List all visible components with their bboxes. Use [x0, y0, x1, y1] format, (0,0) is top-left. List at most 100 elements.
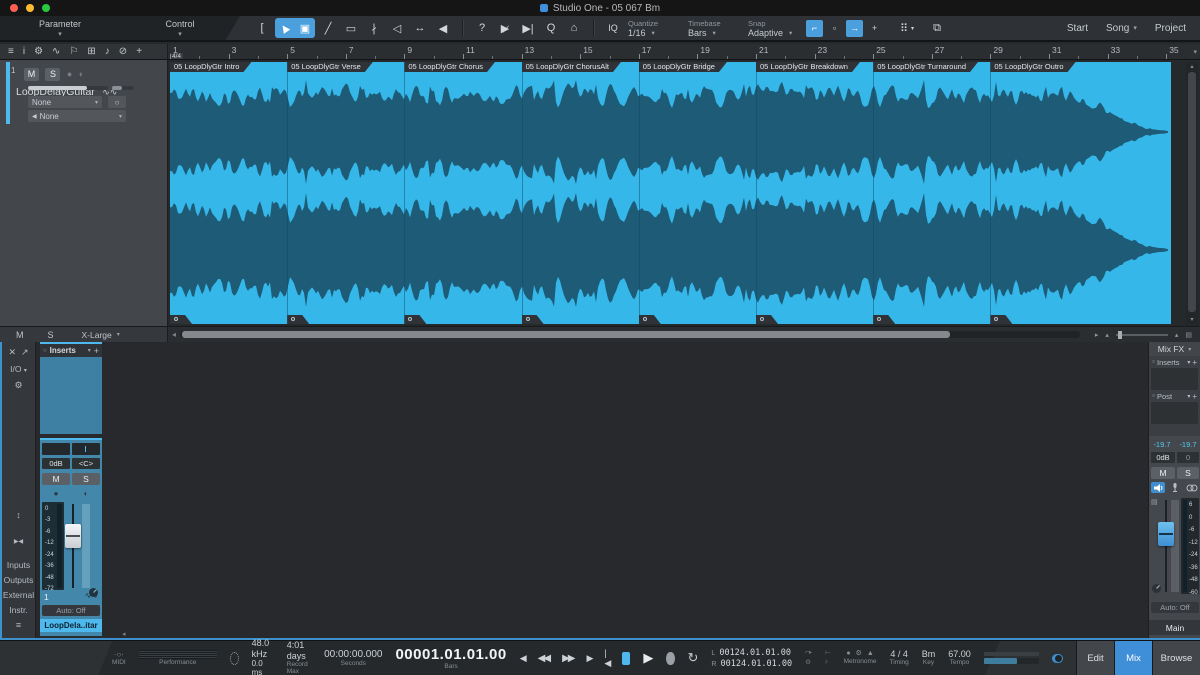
vertical-scrollbar[interactable]: ▴ ▾ — [1186, 62, 1198, 324]
cursor-follow-button[interactable]: ▫ — [826, 20, 843, 37]
autoplay-icon[interactable]: ▶| — [518, 18, 538, 38]
insert-bypass-button[interactable]: ○ — [108, 96, 126, 108]
stop-button[interactable] — [622, 652, 630, 665]
region-label-tab[interactable]: 05 LoopDlyGtr Breakdown — [756, 62, 860, 72]
main-post-list[interactable] — [1151, 402, 1198, 424]
scroll-up-icon[interactable]: ▴ — [1186, 63, 1198, 70]
channel-record-arm-icon[interactable]: ● — [42, 488, 70, 498]
punch-icons[interactable]: ⌐▸⚙ — [805, 650, 812, 666]
banks-list-icon[interactable]: ≡ — [2, 620, 35, 630]
range-tool-button[interactable]: ▣ — [295, 18, 315, 38]
main-gain-readout[interactable]: 0dB — [1151, 452, 1175, 463]
menu-icon[interactable]: ≡ — [8, 46, 14, 57]
zoom-preset-icon[interactable]: ▤ — [1185, 331, 1192, 339]
play-button[interactable]: ▶ — [643, 650, 653, 666]
vscroll-thumb[interactable] — [1188, 72, 1196, 312]
add-track-icon[interactable]: + — [136, 46, 142, 57]
region-label-tab[interactable]: 05 LoopDlyGtr Bridge — [639, 62, 727, 72]
ruler-options-icon[interactable]: ▾ — [1193, 48, 1197, 56]
scroll-left-icon[interactable]: ◂ — [172, 330, 176, 339]
dial-icon[interactable] — [1151, 583, 1162, 594]
quantize-select[interactable]: Quantize 1/16 ▾ — [628, 19, 678, 38]
zoom-in-icon[interactable]: ▴ — [1175, 331, 1179, 339]
cue-mix-select[interactable]: ◀ None ▾ — [28, 110, 126, 122]
monitor-icon[interactable]: ◐ — [79, 69, 84, 79]
region-loop-tab[interactable] — [404, 315, 426, 324]
gain-mini-slider[interactable] — [42, 443, 70, 455]
position-display[interactable]: 00001.01.01.00 Bars — [395, 646, 506, 671]
power-icon[interactable]: ○ — [43, 348, 47, 354]
io-select[interactable]: I/O ▾ — [2, 364, 35, 374]
channel-name-tab[interactable]: LoopDela..itar — [40, 619, 102, 632]
insert-select[interactable]: None ▾ — [28, 96, 102, 108]
wrench-icon[interactable]: ⚙ — [34, 46, 43, 57]
main-post-header[interactable]: ○ Post ▾ + — [1149, 390, 1200, 402]
peak-right[interactable]: -19.7 — [1179, 440, 1196, 449]
peak-left[interactable]: -19.7 — [1153, 440, 1170, 449]
hscroll-thumb[interactable] — [182, 331, 950, 338]
plugin-rack-icon[interactable]: ⧉ — [927, 18, 947, 38]
click-setup-icon[interactable]: ⚙ — [856, 650, 862, 658]
track-mute-button[interactable]: M — [24, 68, 39, 81]
console-scroll-left-icon[interactable]: ◂ — [122, 630, 126, 638]
tempo-track-icon[interactable]: ⊘ — [119, 46, 127, 57]
track-volume-slider[interactable] — [28, 86, 108, 90]
timing-display[interactable]: 4 / 4 Timing — [889, 649, 908, 667]
console-wrench-icon[interactable]: ⚙ — [2, 380, 35, 391]
channel-monitor-icon[interactable]: ◐ — [72, 488, 100, 498]
metronome-icon[interactable]: ▲ — [867, 650, 874, 658]
mixfx-select[interactable]: Mix FX ▾ — [1149, 342, 1200, 356]
main-name-label[interactable]: Main — [1149, 620, 1200, 635]
channel-fader-handle[interactable] — [65, 524, 81, 548]
key-display[interactable]: Bm Key — [922, 649, 936, 667]
rewind-button[interactable]: ◀◀ — [538, 653, 549, 664]
zoom-slider[interactable] — [1116, 334, 1168, 336]
banks-instr-button[interactable]: Instr. — [2, 605, 35, 615]
fast-forward-button[interactable]: ▶▶ — [562, 653, 573, 664]
performance-meter[interactable]: Performance — [139, 650, 217, 666]
main-mute-button[interactable]: M — [1151, 467, 1175, 479]
main-inserts-list[interactable] — [1151, 368, 1198, 390]
browse-view-button[interactable]: Browse — [1152, 641, 1200, 675]
return-to-start-button[interactable]: |◀ — [604, 648, 609, 669]
track-solo-button[interactable]: S — [45, 68, 60, 81]
quantize-q-button[interactable]: Q — [541, 18, 561, 38]
region-loop-tab[interactable] — [522, 315, 544, 324]
record-button[interactable] — [666, 652, 674, 665]
crosshair-button[interactable]: + — [866, 20, 883, 37]
audio-event[interactable]: 05 LoopDlyGtr Intro05 LoopDlyGtr Verse05… — [170, 62, 1171, 324]
layers-icon[interactable]: ⊞ — [87, 46, 95, 57]
global-solo-button[interactable]: S — [48, 330, 54, 340]
collapse-horizontal-icon[interactable]: ▶◀ — [2, 538, 35, 545]
seconds-display[interactable]: 00:00:00.000 Seconds — [324, 649, 382, 668]
help-button[interactable]: ? — [472, 18, 492, 38]
chevron-down-icon[interactable]: ▾ — [88, 347, 91, 354]
banks-external-button[interactable]: External — [2, 590, 35, 600]
region-label-tab[interactable]: 05 LoopDlyGtr Intro — [170, 62, 251, 72]
region-loop-tab[interactable] — [639, 315, 661, 324]
start-page-button[interactable]: Start — [1067, 23, 1088, 34]
pan-mini-slider[interactable] — [72, 443, 100, 455]
inspector-icon[interactable]: i — [23, 46, 25, 57]
track-pan-slider[interactable] — [112, 86, 134, 90]
arrange-view[interactable]: 05 LoopDlyGtr Intro05 LoopDlyGtr Verse05… — [168, 60, 1200, 326]
region-loop-tab[interactable] — [990, 315, 1012, 324]
snap-select[interactable]: Snap Adaptive ▾ — [748, 19, 798, 38]
region-loop-tab[interactable] — [287, 315, 309, 324]
tempo-display[interactable]: 67.00 Tempo — [948, 649, 971, 667]
main-solo-button[interactable]: S — [1177, 467, 1199, 479]
nudge-forward-button[interactable]: ▶ — [586, 653, 591, 664]
parameter-dropdown[interactable]: Parameter ▾ — [0, 16, 120, 40]
macro-icon[interactable]: ⌂ — [564, 18, 584, 38]
song-page-button[interactable]: Song ▾ — [1106, 23, 1137, 34]
automation-icon[interactable]: ∿ — [52, 46, 60, 57]
region-label-tab[interactable]: 05 LoopDlyGtr Outro — [990, 62, 1075, 72]
grid-view-button[interactable]: ⠿▾ — [897, 18, 917, 38]
marker-icon[interactable]: ⚐ — [69, 46, 78, 57]
split-tool-button[interactable]: ∤ — [364, 18, 384, 38]
edit-view-button[interactable]: Edit — [1076, 641, 1114, 675]
control-dropdown[interactable]: Control ▾ — [120, 16, 240, 40]
close-icon[interactable]: ✕ — [8, 347, 16, 358]
region-loop-tab[interactable] — [873, 315, 895, 324]
global-mute-button[interactable]: M — [16, 330, 24, 340]
